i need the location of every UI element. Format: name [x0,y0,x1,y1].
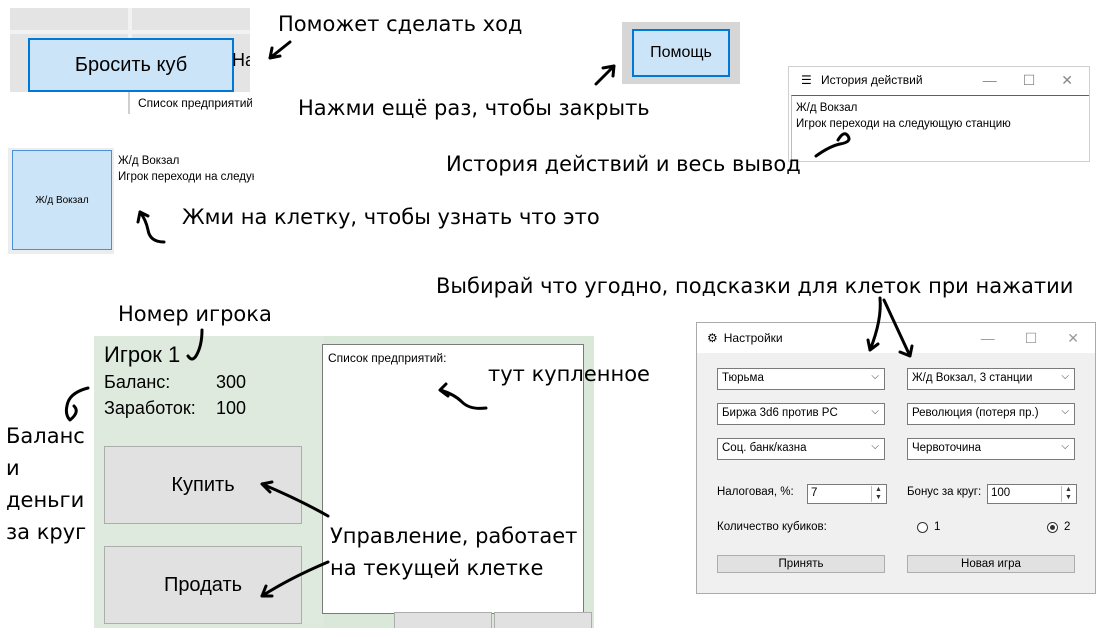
radio-icon [917,521,928,533]
output-line: Ж/д Вокзал [118,155,180,167]
radio-selected-icon [1047,521,1058,533]
cell-select[interactable]: Ж/д Вокзал, 3 станции ⌵ [907,368,1075,390]
roll-dice-button[interactable]: Бросить куб [28,38,234,92]
annotation-balance: Баланс и деньги за круг [6,424,87,544]
history-titlebar: ☰ История действий — ☐ ✕ [789,67,1089,93]
help-panel: Помощь [622,22,740,84]
tax-label: Налоговая, %: [717,486,794,498]
chevron-down-icon: ⌵ [871,371,879,382]
chevron-down-icon: ⌵ [1061,441,1069,452]
cell-select[interactable]: Биржа 3d6 против PC ⌵ [717,403,885,425]
menu-icon: ☰ [801,73,812,87]
chevron-down-icon: ⌵ [1061,406,1069,417]
help-button[interactable]: Помощь [632,29,730,77]
player-name: Игрок 1 [104,342,181,367]
cell-select[interactable]: Червоточина ⌵ [907,438,1075,460]
maximize-icon[interactable]: ☐ [1023,72,1036,89]
annotation-bought: тут купленное [488,362,650,386]
annotation-help-move: Поможет сделать ход [278,12,523,36]
minimize-icon[interactable]: — [983,72,997,89]
board-cell[interactable]: Ж/д Вокзал [12,150,112,250]
cell-select[interactable]: Революция (потеря пр.) ⌵ [907,403,1075,425]
annotation-control: Управление, работает на текущей клетке [330,524,578,580]
history-line: Игрок переходи на следующую станцию [796,118,1011,130]
accept-button[interactable]: Принять [717,555,885,573]
output-text: Ж/д Вокзал Игрок переходи на следующую с… [114,148,254,254]
history-title: История действий [821,73,923,87]
settings-window: ⚙ Настройки — ☐ ✕ Тюрьма ⌵ Ж/д Вокзал, 3 … [696,322,1096,594]
balance-value: 300 [216,372,247,392]
spin-arrows-icon[interactable]: ▲ ▼ [871,486,885,502]
minimize-icon[interactable]: — [981,330,995,347]
cell-select[interactable]: Соц. банк/казна ⌵ [717,438,885,460]
cell-panel: Ж/д Вокзал Ж/д Вокзал Игрок переходи на … [8,148,254,254]
app-icon: ⚙ [707,331,718,345]
dice-count-label: Количество кубиков: [717,521,827,533]
annotation-cell-hint: Жми на клетку, чтобы узнать что это [182,205,600,229]
close-icon[interactable]: ✕ [1061,72,1073,89]
buy-button[interactable]: Купить [104,446,302,524]
annotation-press-again: Нажми ещё раз, чтобы закрыть [298,96,650,120]
chevron-down-icon: ⌵ [871,441,879,452]
dice-panel: Бросить куб На [10,8,250,92]
maximize-icon[interactable]: ☐ [1025,330,1038,347]
bottom-button[interactable] [494,612,592,628]
cell-select[interactable]: Тюрьма ⌵ [717,368,885,390]
earnings-value: 100 [216,398,247,418]
board-divider [10,30,250,34]
history-line: Ж/д Вокзал [796,102,858,114]
sell-button[interactable]: Продать [104,546,302,624]
dice-radio-1[interactable]: 1 [917,521,940,533]
history-window: ☰ История действий — ☐ ✕ Ж/д Вокзал Игро… [788,66,1090,162]
annotation-history: История действий и весь вывод [446,152,801,176]
annotation-player-number: Номер игрока [118,302,272,326]
new-game-button[interactable]: Новая игра [907,555,1075,573]
annotation-choose: Выбирай что угодно, подсказки для клеток… [436,274,1074,298]
earnings-label: Заработок: [104,398,196,418]
dice-radio-2[interactable]: 2 [1047,521,1070,533]
settings-title: Настройки [723,331,783,345]
history-log[interactable]: Ж/д Вокзал Игрок переходи на следующую с… [791,95,1089,161]
close-icon[interactable]: ✕ [1067,330,1079,347]
bonus-input[interactable]: 100 ▲ ▼ [987,484,1077,504]
balance-label: Баланс: [104,372,171,392]
cut-button-label: На [232,50,250,70]
arrow-icon [64,386,90,422]
enterprises-list-label: Список предприятий: [328,351,447,365]
output-line: Игрок переходи на следующую станцию [118,171,254,183]
bottom-button[interactable] [394,612,492,628]
arrow-icon [594,64,616,86]
spin-arrows-icon[interactable]: ▲ ▼ [1061,486,1075,502]
tax-input[interactable]: 7 ▲ ▼ [807,484,887,504]
bonus-label: Бонус за круг: [907,486,982,498]
settings-titlebar: ⚙ Настройки — ☐ ✕ [697,323,1095,353]
chevron-down-icon: ⌵ [871,406,879,417]
arrow-icon [268,40,292,60]
enterprises-list-label: Список предприятий [128,92,252,114]
chevron-down-icon: ⌵ [1061,371,1069,382]
